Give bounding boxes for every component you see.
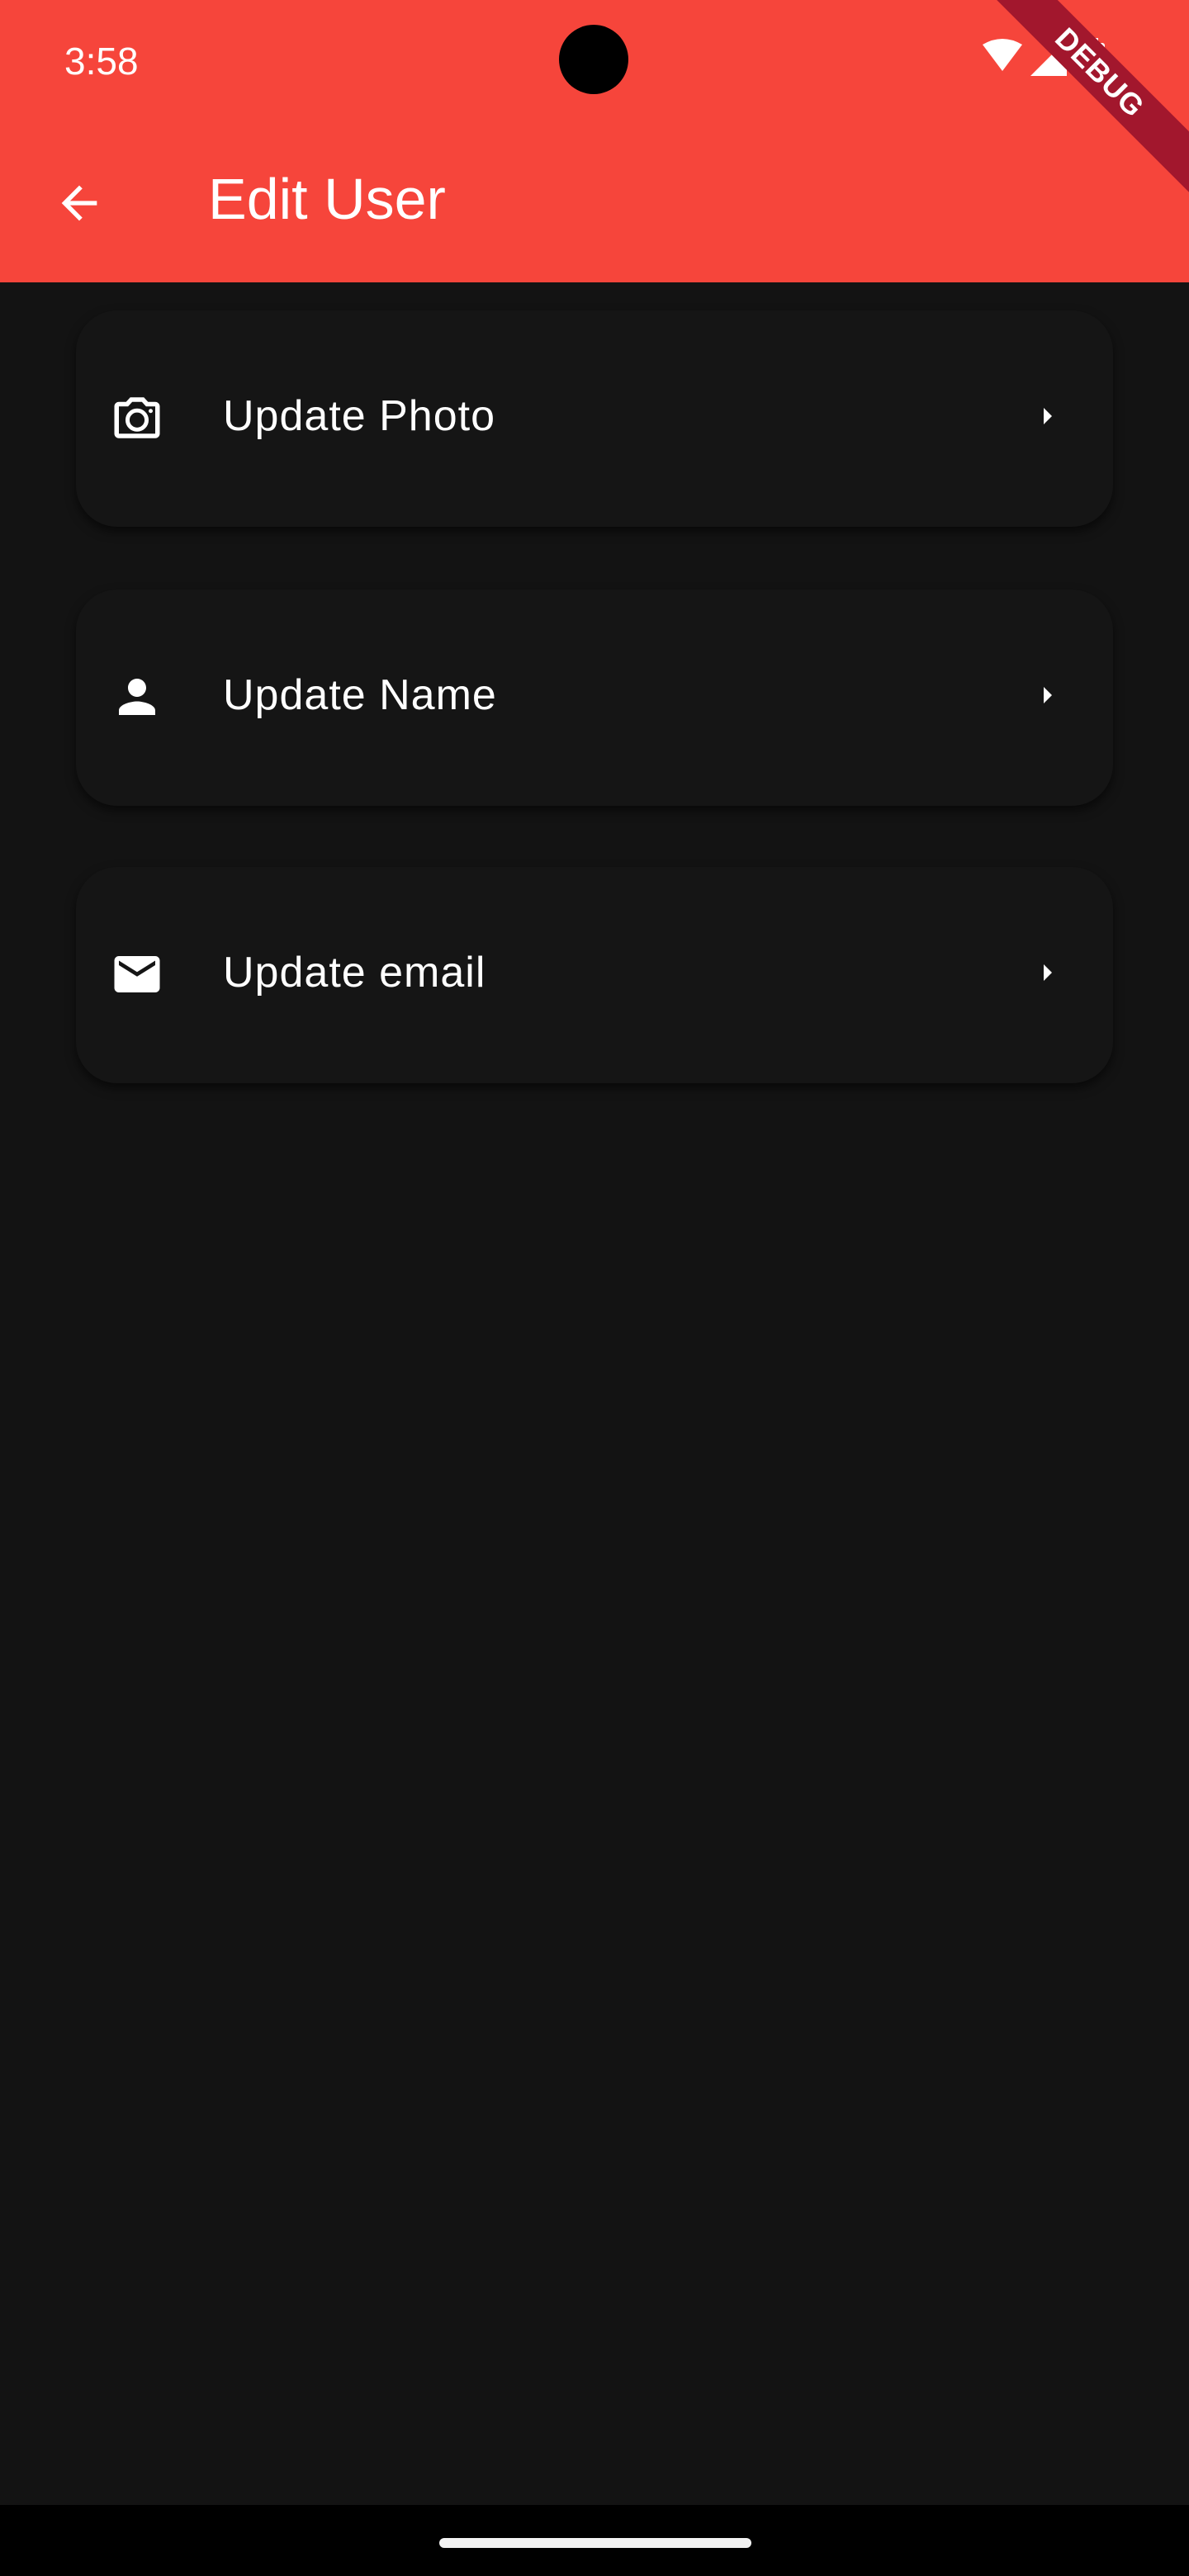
system-navigation-bar — [0, 2505, 1189, 2576]
page-title: Edit User — [208, 167, 446, 231]
battery-icon — [1082, 38, 1105, 76]
status-icons — [979, 36, 1111, 83]
camera-cutout — [559, 25, 628, 94]
back-button[interactable] — [33, 157, 126, 249]
app-bar: 3:58 DEBUG Edit User — [0, 0, 1189, 282]
update-photo-tile[interactable]: Update Photo — [76, 310, 1113, 527]
update-name-label: Update Name — [223, 671, 497, 719]
home-gesture-handle[interactable] — [439, 2538, 751, 2548]
wifi-icon — [983, 39, 1022, 71]
update-photo-label: Update Photo — [223, 392, 496, 440]
arrow-right-icon — [1027, 396, 1067, 436]
email-icon — [106, 943, 168, 1006]
update-email-tile[interactable]: Update email — [76, 867, 1113, 1083]
update-email-label: Update email — [223, 949, 486, 997]
update-name-tile[interactable]: Update Name — [76, 590, 1113, 806]
debug-label: DEBUG — [991, 0, 1189, 193]
cellular-signal-icon — [1030, 40, 1067, 76]
arrow-right-icon — [1027, 953, 1067, 992]
camera-icon — [106, 386, 168, 449]
status-time: 3:58 — [64, 40, 139, 83]
person-icon — [106, 665, 168, 728]
arrow-right-icon — [1027, 675, 1067, 715]
edit-user-screen: 3:58 DEBUG Edit User Update Photo Update… — [0, 0, 1189, 2576]
arrow-back-icon — [61, 185, 97, 221]
